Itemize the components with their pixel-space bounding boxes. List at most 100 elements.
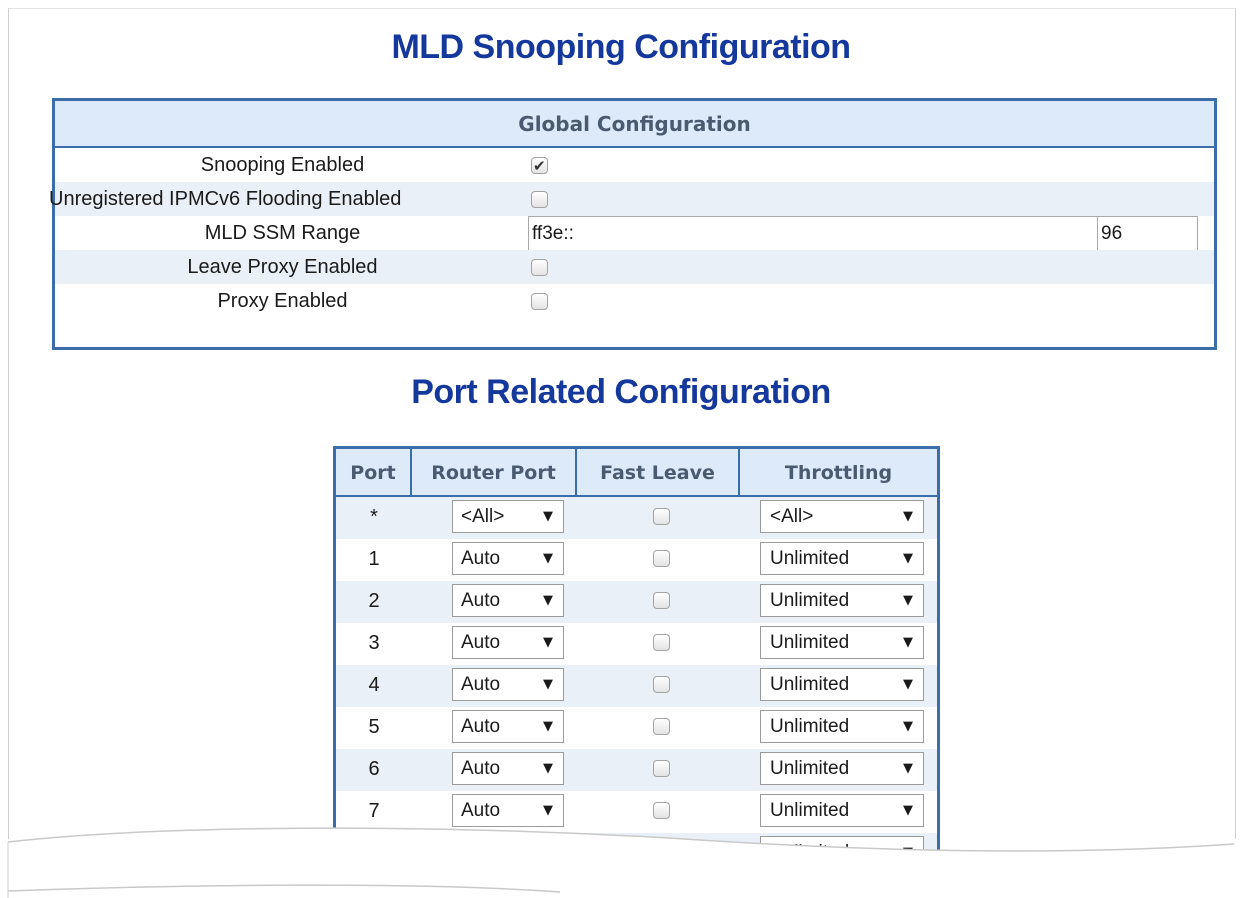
router-port-column-header: Router Port: [412, 449, 577, 495]
fast-leave-checkbox[interactable]: [653, 634, 670, 651]
page-title: MLD Snooping Configuration: [391, 28, 851, 66]
router-port-select[interactable]: <All> ▼: [452, 500, 564, 533]
unregistered-flooding-row: Unregistered IPMCv6 Flooding Enabled: [49, 182, 1214, 216]
fast-leave-checkbox[interactable]: [653, 802, 670, 819]
chevron-down-icon: ▼: [903, 761, 913, 776]
throttling-value: Unlimited: [770, 800, 850, 821]
router-port-value: <All>: [461, 506, 505, 527]
leave-proxy-checkbox[interactable]: [531, 259, 548, 276]
throttling-value: Unlimited: [770, 716, 850, 737]
chevron-down-icon: ▼: [903, 509, 913, 524]
fast-leave-checkbox[interactable]: [653, 844, 670, 861]
throttling-select[interactable]: Unlimited ▼: [760, 626, 924, 659]
throttling-value: <All>: [770, 506, 814, 527]
port-cell: 4: [368, 674, 380, 696]
router-port-select[interactable]: Auto ▼: [452, 710, 564, 743]
chevron-down-icon: ▼: [903, 845, 913, 860]
unregistered-flooding-label: Unregistered IPMCv6 Flooding Enabled: [49, 188, 402, 210]
leave-proxy-row: Leave Proxy Enabled: [55, 250, 1214, 284]
fast-leave-checkbox[interactable]: [653, 550, 670, 567]
throttling-select[interactable]: <All> ▼: [760, 500, 924, 533]
chevron-down-icon: ▼: [543, 845, 553, 860]
table-row: 4 Auto ▼ Unlimited ▼: [336, 665, 937, 707]
snooping-enabled-label: Snooping Enabled: [200, 154, 365, 176]
router-port-value: Auto: [461, 632, 501, 653]
chevron-down-icon: ▼: [903, 677, 913, 692]
fast-leave-checkbox[interactable]: [653, 760, 670, 777]
table-row: * <All> ▼ <All> ▼: [336, 497, 937, 539]
router-port-value: Auto: [461, 800, 501, 821]
throttling-select[interactable]: Unlimited ▼: [760, 794, 924, 827]
chevron-down-icon: ▼: [903, 593, 913, 608]
throttling-value: Unlimited: [770, 842, 850, 863]
router-port-select[interactable]: Auto ▼: [452, 794, 564, 827]
fast-leave-column-header: Fast Leave: [577, 449, 740, 495]
chevron-down-icon: ▼: [543, 761, 553, 776]
unregistered-flooding-checkbox[interactable]: [531, 191, 548, 208]
throttling-select[interactable]: Unlimited ▼: [760, 668, 924, 701]
table-row: 2 Auto ▼ Unlimited ▼: [336, 581, 937, 623]
table-row: 6 Auto ▼ Unlimited ▼: [336, 749, 937, 791]
router-port-value: Auto: [461, 716, 501, 737]
throttling-select[interactable]: Unlimited ▼: [760, 584, 924, 617]
table-row: 1 Auto ▼ Unlimited ▼: [336, 539, 937, 581]
ssm-range-row: MLD SSM Range /: [55, 216, 1214, 252]
snooping-enabled-checkbox[interactable]: [531, 149, 548, 183]
port-cell: [336, 833, 412, 875]
proxy-enabled-label: Proxy Enabled: [217, 290, 348, 312]
ssm-range-label: MLD SSM Range: [204, 222, 361, 244]
router-port-select[interactable]: Auto ▼: [452, 752, 564, 785]
router-port-select[interactable]: Auto ▼: [452, 584, 564, 617]
throttling-select[interactable]: Unlimited ▼: [760, 752, 924, 785]
chevron-down-icon: ▼: [543, 551, 553, 566]
fast-leave-checkbox[interactable]: [653, 718, 670, 735]
router-port-select[interactable]: ▼: [452, 836, 564, 869]
snooping-enabled-row: Snooping Enabled: [55, 148, 1214, 183]
throttling-value: Unlimited: [770, 758, 850, 779]
router-port-select[interactable]: Auto ▼: [452, 668, 564, 701]
fast-leave-checkbox[interactable]: [653, 508, 670, 525]
global-configuration-table: Global Configuration Snooping Enabled Un…: [49, 98, 1217, 350]
throttling-value: Unlimited: [770, 632, 850, 653]
global-configuration-header: Global Configuration: [55, 101, 1214, 148]
table-row: 3 Auto ▼ Unlimited ▼: [336, 623, 937, 665]
table-row: 5 Auto ▼ Unlimited ▼: [336, 707, 937, 749]
port-section-title: Port Related Configuration: [411, 373, 831, 411]
fast-leave-checkbox[interactable]: [653, 676, 670, 693]
port-cell: 1: [368, 548, 380, 570]
throttling-select[interactable]: Unlimited ▼: [760, 710, 924, 743]
chevron-down-icon: ▼: [543, 635, 553, 650]
port-column-header: Port: [336, 449, 412, 495]
port-configuration-table: Port Router Port Fast Leave Throttling *…: [333, 446, 940, 875]
port-cell: 3: [368, 632, 380, 654]
chevron-down-icon: ▼: [903, 635, 913, 650]
throttling-select[interactable]: Unlimited ▼: [760, 542, 924, 575]
throttling-column-header: Throttling: [784, 462, 893, 484]
table-row: ▼ Unlimited ▼: [336, 833, 937, 875]
port-cell: 5: [368, 716, 380, 738]
ssm-range-length-input[interactable]: [1097, 216, 1198, 252]
leave-proxy-label: Leave Proxy Enabled: [187, 256, 378, 278]
router-port-value: Auto: [461, 548, 501, 569]
table-row: 7 Auto ▼ Unlimited ▼: [336, 791, 937, 833]
router-port-select[interactable]: Auto ▼: [452, 542, 564, 575]
throttling-value: Unlimited: [770, 674, 850, 695]
port-cell: 7: [368, 800, 380, 822]
chevron-down-icon: ▼: [543, 509, 553, 524]
throttling-value: Unlimited: [770, 548, 850, 569]
throttling-value: Unlimited: [770, 590, 850, 611]
throttling-select[interactable]: Unlimited ▼: [760, 836, 924, 869]
chevron-down-icon: ▼: [903, 719, 913, 734]
port-cell: 2: [368, 590, 380, 612]
fast-leave-checkbox[interactable]: [653, 592, 670, 609]
port-table-header: Port Router Port Fast Leave Throttling: [336, 449, 937, 497]
proxy-enabled-row: Proxy Enabled: [55, 284, 1214, 318]
ssm-range-prefix-input[interactable]: [528, 216, 1121, 252]
chevron-down-icon: ▼: [543, 593, 553, 608]
router-port-select[interactable]: Auto ▼: [452, 626, 564, 659]
proxy-enabled-checkbox[interactable]: [531, 293, 548, 310]
chevron-down-icon: ▼: [543, 719, 553, 734]
port-cell: 6: [368, 758, 380, 780]
router-port-value: Auto: [461, 590, 501, 611]
router-port-value: Auto: [461, 758, 501, 779]
